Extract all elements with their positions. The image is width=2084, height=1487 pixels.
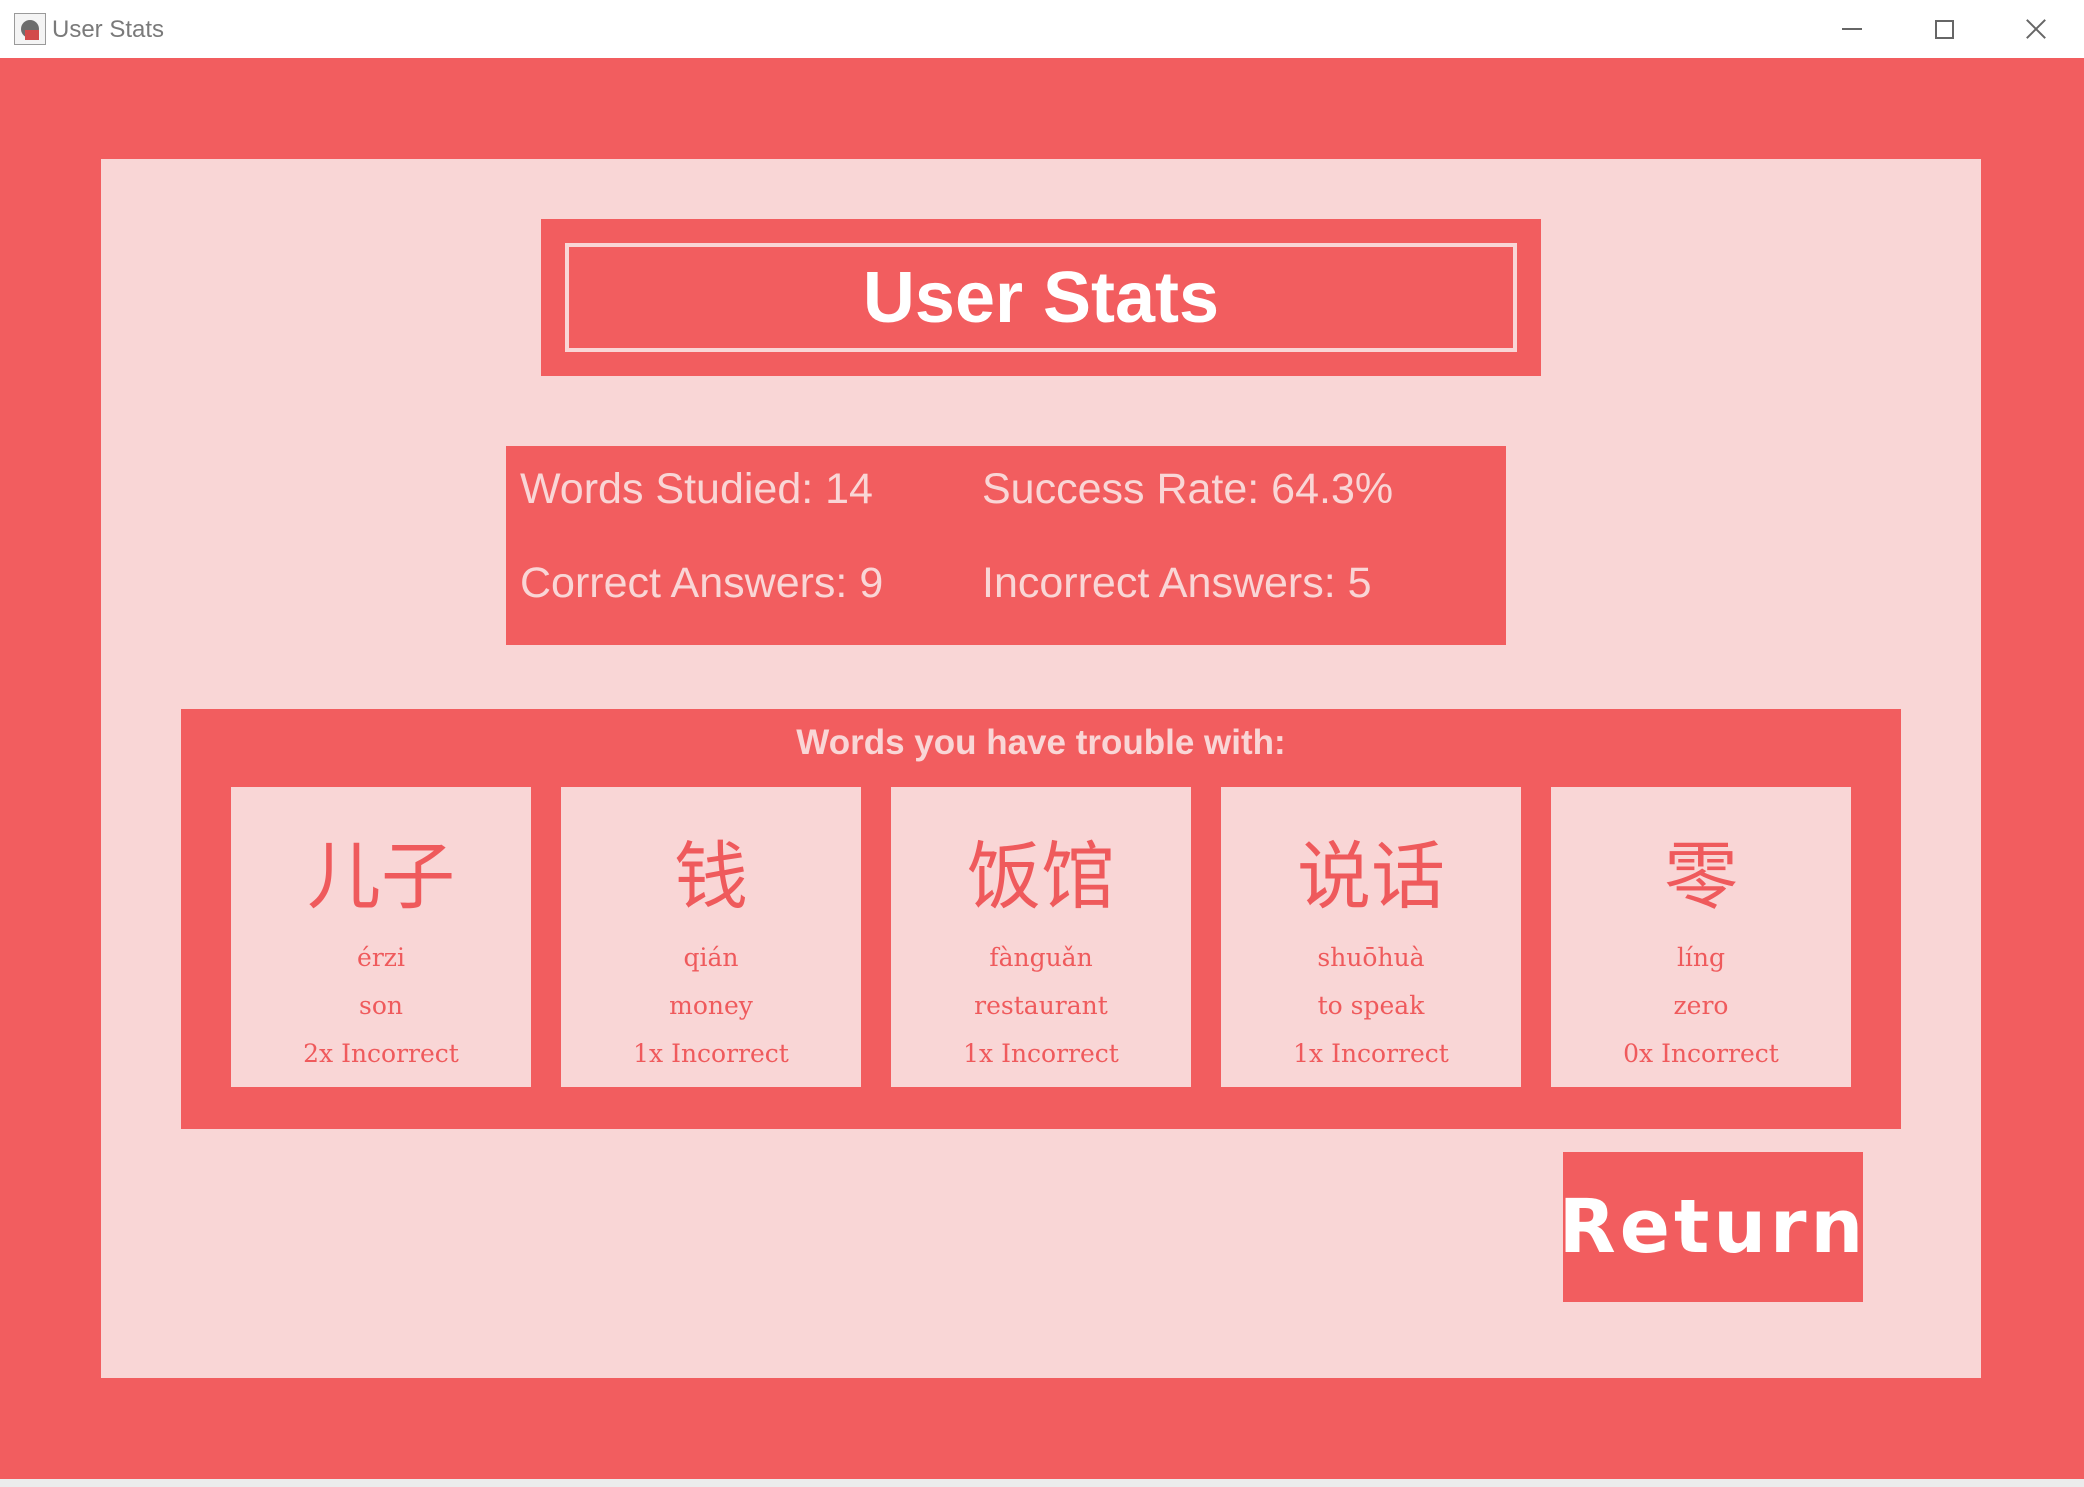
- word-card: 零 líng zero 0x Incorrect: [1551, 787, 1851, 1087]
- word-pinyin: fànguǎn: [989, 943, 1093, 972]
- window-title: User Stats: [52, 16, 165, 43]
- word-hanzi: 儿子: [307, 834, 455, 920]
- word-english: son: [359, 991, 403, 1020]
- window-bottom-edge: [0, 1479, 2084, 1487]
- word-incorrect-count: 0x Incorrect: [1623, 1039, 1779, 1068]
- maximize-icon: [1934, 19, 1954, 39]
- java-app-icon: [14, 13, 46, 45]
- title-bar: User Stats: [0, 0, 2084, 59]
- words-studied: Words Studied: 14: [520, 465, 873, 513]
- page-title: User Stats: [862, 257, 1220, 338]
- word-hanzi: 钱: [674, 834, 748, 920]
- word-pinyin: líng: [1676, 943, 1726, 972]
- word-english: restaurant: [974, 991, 1108, 1020]
- word-incorrect-count: 2x Incorrect: [303, 1039, 459, 1068]
- word-card: 说话 shuōhuà to speak 1x Incorrect: [1221, 787, 1521, 1087]
- page-title-box: User Stats: [541, 219, 1541, 376]
- app-content: User Stats Words Studied: 14 Success Rat…: [0, 58, 2084, 1479]
- trouble-words-section: Words you have trouble with: 儿子 érzi son…: [181, 709, 1901, 1129]
- success-rate: Success Rate: 64.3%: [982, 465, 1394, 513]
- return-button[interactable]: Return: [1559, 1152, 1863, 1302]
- word-pinyin: érzi: [357, 943, 405, 972]
- trouble-words-heading: Words you have trouble with:: [796, 723, 1286, 762]
- word-english: money: [669, 991, 753, 1020]
- minimize-icon: [1842, 28, 1862, 30]
- word-hanzi: 饭馆: [967, 834, 1115, 920]
- stats-panel: User Stats Words Studied: 14 Success Rat…: [101, 159, 1981, 1378]
- word-hanzi: 说话: [1297, 834, 1445, 920]
- word-english: zero: [1673, 991, 1729, 1020]
- word-english: to speak: [1317, 991, 1425, 1020]
- minimize-button[interactable]: [1806, 0, 1898, 58]
- incorrect-answers: Incorrect Answers: 5: [982, 559, 1372, 607]
- word-incorrect-count: 1x Incorrect: [633, 1039, 789, 1068]
- close-icon: [2025, 18, 2047, 40]
- maximize-button[interactable]: [1898, 0, 1990, 58]
- close-button[interactable]: [1990, 0, 2082, 58]
- word-incorrect-count: 1x Incorrect: [963, 1039, 1119, 1068]
- page-title-frame: User Stats: [565, 243, 1517, 352]
- word-card: 钱 qián money 1x Incorrect: [561, 787, 861, 1087]
- word-card: 饭馆 fànguǎn restaurant 1x Incorrect: [891, 787, 1191, 1087]
- word-incorrect-count: 1x Incorrect: [1293, 1039, 1449, 1068]
- correct-answers: Correct Answers: 9: [520, 559, 884, 607]
- word-pinyin: shuōhuà: [1317, 943, 1425, 972]
- word-card: 儿子 érzi son 2x Incorrect: [231, 787, 531, 1087]
- word-pinyin: qián: [683, 943, 739, 972]
- summary-stats: Words Studied: 14 Success Rate: 64.3% Co…: [506, 446, 1506, 645]
- word-hanzi: 零: [1664, 834, 1738, 920]
